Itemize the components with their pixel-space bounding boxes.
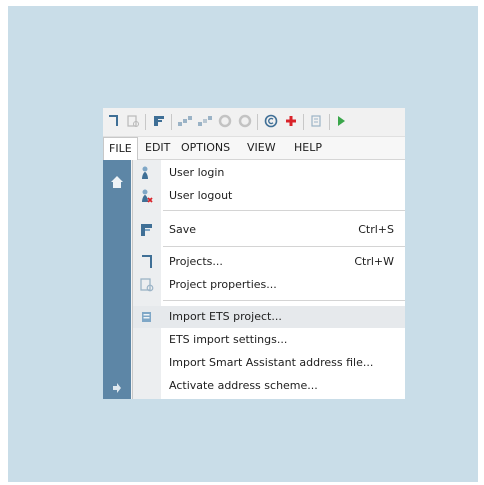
toolbar (103, 108, 405, 137)
menu-item-projects[interactable]: Projects... Ctrl+W (133, 251, 405, 273)
toolbar-separator (329, 114, 330, 130)
project-properties-icon (140, 278, 154, 292)
menu-item-shortcut: Ctrl+W (354, 255, 394, 268)
menu-item-label: User logout (169, 189, 233, 202)
menu-item-shortcut: Ctrl+S (358, 223, 394, 236)
toolbar-separator (303, 114, 304, 130)
background-panel: FILE EDIT OPTIONS VIEW HELP User login U… (8, 6, 478, 482)
menu-item-project-properties[interactable]: Project properties... (133, 274, 405, 296)
menu-item-label: Save (169, 223, 197, 236)
disabled-circle-icon (217, 113, 233, 129)
menu-options[interactable]: OPTIONS (176, 137, 235, 159)
application-window: FILE EDIT OPTIONS VIEW HELP User login U… (103, 108, 405, 399)
menu-item-label: Project properties... (169, 278, 277, 291)
menu-separator (163, 246, 405, 247)
menu-item-activate-address-scheme[interactable]: Activate address scheme... (133, 375, 405, 397)
disconnect-icon[interactable] (197, 113, 213, 129)
disabled-circle-icon (237, 113, 253, 129)
menu-help[interactable]: HELP (289, 137, 327, 159)
menu-item-label: Import Smart Assistant address file... (169, 356, 374, 369)
menu-item-label: Activate address scheme... (169, 379, 318, 392)
left-sidebar (103, 160, 131, 399)
user-login-icon (142, 166, 148, 179)
toolbar-separator (171, 114, 172, 130)
menu-item-label: Import ETS project... (169, 310, 282, 323)
menu-item-label: Projects... (169, 255, 223, 268)
copyright-icon[interactable] (263, 113, 279, 129)
sidebar-arrow-icon[interactable] (111, 382, 123, 396)
menu-separator (163, 300, 405, 301)
menu-item-label: User login (169, 166, 225, 179)
save-icon (141, 224, 152, 236)
menu-file[interactable]: FILE (103, 137, 138, 160)
menu-item-user-login[interactable]: User login (133, 162, 405, 184)
toolbar-separator (257, 114, 258, 130)
user-logout-icon (142, 189, 153, 203)
play-icon[interactable] (333, 113, 349, 129)
file-dropdown-menu: User login User logout Save Ctrl+S Proje… (132, 160, 405, 399)
toolbar-separator (145, 114, 146, 130)
menubar: FILE EDIT OPTIONS VIEW HELP (103, 137, 405, 160)
projects-icon (142, 255, 152, 268)
import-icon[interactable] (151, 113, 167, 129)
menu-view[interactable]: VIEW (242, 137, 281, 159)
menu-item-ets-import-settings[interactable]: ETS import settings... (133, 329, 405, 351)
connect-icon[interactable] (177, 113, 193, 129)
properties-icon[interactable] (309, 113, 325, 129)
menu-item-user-logout[interactable]: User logout (133, 185, 405, 207)
add-icon[interactable] (283, 113, 299, 129)
menu-item-import-ets-project[interactable]: Import ETS project... (133, 306, 405, 328)
menu-separator (163, 210, 405, 211)
menu-item-save[interactable]: Save Ctrl+S (133, 219, 405, 241)
document-icon[interactable] (105, 113, 121, 129)
menu-item-label: ETS import settings... (169, 333, 288, 346)
menu-item-import-smart-assistant[interactable]: Import Smart Assistant address file... (133, 352, 405, 374)
document-properties-icon[interactable] (125, 113, 141, 129)
import-ets-icon (142, 312, 151, 322)
menu-edit[interactable]: EDIT (140, 137, 175, 159)
home-icon[interactable] (109, 174, 125, 190)
